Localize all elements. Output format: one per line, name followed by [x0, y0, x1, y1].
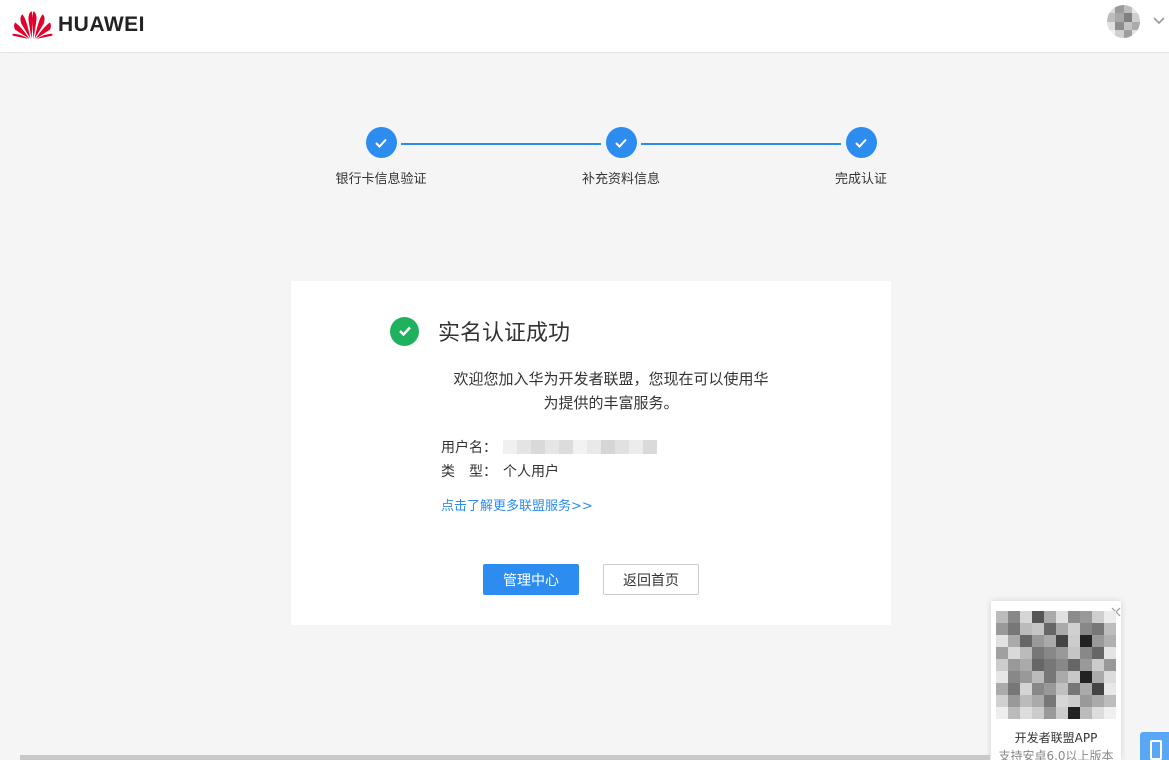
username-label: 用户名： — [441, 440, 497, 456]
avatar[interactable] — [1107, 5, 1140, 38]
step-label: 完成认证 — [834, 172, 887, 187]
step-bank-card: 银行卡信息验证 — [301, 127, 461, 187]
horizontal-scrollbar[interactable] — [20, 755, 990, 760]
step-label: 补充资料信息 — [581, 172, 660, 187]
manage-center-button[interactable]: 管理中心 — [483, 564, 579, 595]
type-label: 类 型： — [441, 464, 497, 480]
masked-username — [503, 440, 657, 454]
type-value: 个人用户 — [503, 464, 559, 480]
huawei-petal-icon — [12, 11, 53, 39]
check-icon — [365, 127, 397, 158]
username-row: 用户名： — [441, 437, 657, 457]
step-supplement-info: 补充资料信息 — [541, 127, 701, 187]
type-row: 类 型： 个人用户 — [441, 461, 559, 481]
welcome-line: 欢迎您加入华为开发者联盟，您现在可以使用华 — [453, 370, 769, 388]
side-float-button[interactable] — [1140, 732, 1169, 760]
back-home-button[interactable]: 返回首页 — [603, 564, 699, 595]
welcome-text: 欢迎您加入华为开发者联盟，您现在可以使用华 为提供的丰富服务。 — [431, 367, 791, 415]
qr-subtitle: 支持安卓6.0以上版本 — [998, 749, 1114, 760]
check-icon — [845, 127, 877, 158]
check-icon — [605, 127, 637, 158]
success-title: 实名认证成功 — [438, 321, 571, 346]
brand-name: HUAWEI — [58, 12, 145, 36]
chevron-down-icon[interactable] — [1152, 14, 1166, 28]
welcome-line: 为提供的丰富服务。 — [543, 394, 679, 412]
step-label: 银行卡信息验证 — [335, 172, 427, 187]
success-header: 实名认证成功 — [390, 315, 570, 347]
more-services-link[interactable]: 点击了解更多联盟服务>> — [441, 495, 593, 514]
top-header: HUAWEI — [0, 0, 1169, 53]
success-check-icon — [390, 316, 419, 346]
result-card: 实名认证成功 欢迎您加入华为开发者联盟，您现在可以使用华 为提供的丰富服务。 用… — [291, 281, 891, 625]
app-qr-popup: 开发者联盟APP 支持安卓6.0以上版本 — [991, 601, 1121, 760]
qr-code — [996, 611, 1116, 719]
progress-steps: 银行卡信息验证 补充资料信息 完成认证 — [0, 127, 1169, 197]
huawei-logo[interactable]: HUAWEI — [12, 9, 145, 40]
phone-icon — [1150, 740, 1162, 760]
step-complete: 完成认证 — [781, 127, 941, 187]
qr-title: 开发者联盟APP — [1014, 731, 1098, 745]
